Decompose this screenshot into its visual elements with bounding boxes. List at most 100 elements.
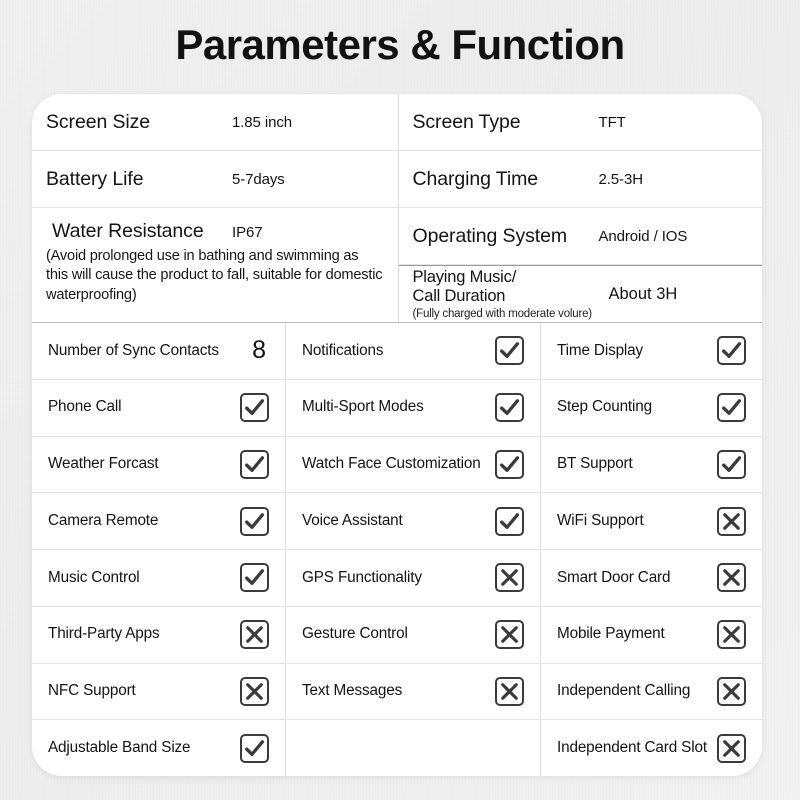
feature-cell-wifi-support: WiFi Support <box>541 493 762 549</box>
checkbox-crossed-icon <box>240 676 269 706</box>
spec-row-screen-type: Screen Type TFT <box>398 94 762 151</box>
feature-row: Phone Call Multi-Sport Modes Step Counting <box>32 378 762 436</box>
spec-label: Screen Type <box>412 110 521 133</box>
feature-cell-empty <box>286 720 541 776</box>
feature-cell-independent-calling: Independent Calling <box>541 664 762 720</box>
feature-label: Gesture Control <box>302 625 408 643</box>
checkbox-checked-icon <box>240 449 269 479</box>
checkbox-checked-icon <box>240 733 269 763</box>
spec-value: IP67 <box>232 224 263 241</box>
feature-cell-nfc-support: NFC Support <box>32 663 286 720</box>
checkbox-checked-icon <box>240 563 269 593</box>
checkbox-crossed-icon <box>495 620 524 650</box>
feature-cell-multi-sport-modes: Multi-Sport Modes <box>286 379 541 436</box>
feature-row: Weather Forcast Watch Face Customization B… <box>32 435 762 493</box>
feature-label: BT Support <box>557 455 633 473</box>
checkbox-checked-icon <box>717 449 746 479</box>
spec-label: Water Resistance <box>52 220 204 242</box>
water-resistance-note: (Avoid prolonged use in bathing and swim… <box>46 248 383 303</box>
feature-label: NFC Support <box>48 682 136 700</box>
feature-grid: Number of Sync Contacts 8 Notifications Tim… <box>32 322 762 776</box>
feature-label: WiFi Support <box>557 511 644 529</box>
feature-label: Phone Call <box>48 398 122 416</box>
music-value: About 3H <box>608 284 678 303</box>
feature-label: Adjustable Band Size <box>48 738 191 756</box>
spec-row-playing-music: Playing Music/ Call Duration (Fully char… <box>398 265 762 322</box>
checkbox-crossed-icon <box>717 563 746 593</box>
feature-cell-number-of-sync-contacts: Number of Sync Contacts 8 <box>32 323 286 379</box>
checkbox-checked-icon <box>495 506 524 536</box>
checkbox-checked-icon <box>717 336 746 366</box>
feature-cell-bt-support: BT Support <box>541 437 762 493</box>
spec-value-battery: 5-7days <box>232 170 285 188</box>
feature-row: Adjustable Band Size Independent Card Slo… <box>32 719 762 776</box>
feature-cell-mobile-payment: Mobile Payment <box>541 607 762 663</box>
feature-label: Notifications <box>302 341 384 359</box>
checkbox-crossed-icon <box>495 563 524 593</box>
spec-label: Screen Size <box>46 110 151 133</box>
feature-cell-adjustable-band-size: Adjustable Band Size <box>32 720 286 776</box>
page-title: Parameters & Function <box>175 21 625 68</box>
checkbox-crossed-icon <box>240 620 269 650</box>
feature-cell-music-control: Music Control <box>32 550 286 606</box>
feature-label: Time Display <box>557 341 644 359</box>
water-resistance-head: Water Resistance IP67 <box>46 220 384 243</box>
spec-label: Battery Life <box>46 167 144 190</box>
feature-label: Watch Face Customization <box>302 455 481 473</box>
feature-cell-phone-call: Phone Call <box>32 379 286 436</box>
feature-cell-voice-assistant: Voice Assistant <box>286 493 541 549</box>
checkbox-checked-icon <box>495 449 524 479</box>
spec-value: 2.5-3H <box>598 170 644 188</box>
feature-label: Text Messages <box>302 682 403 700</box>
checkbox-crossed-icon <box>717 733 746 763</box>
spec-row-battery-life: Battery Life IP67 5-7days <box>32 151 398 208</box>
feature-label: Weather Forcast <box>48 455 159 473</box>
feature-label: Independent Card Slot <box>557 738 707 756</box>
spec-value: Android / IOS <box>598 227 688 245</box>
feature-cell-time-display: Time Display <box>541 323 762 379</box>
parameters-column-left: Screen Size 1.85 inch Battery Life IP67 … <box>32 94 398 322</box>
feature-label: GPS Functionality <box>302 568 422 586</box>
checkbox-checked-icon <box>240 393 269 423</box>
feature-label: Smart Door Card <box>557 568 671 586</box>
feature-cell-weather-forcast: Weather Forcast <box>32 436 286 493</box>
feature-label: Multi-Sport Modes <box>302 398 424 416</box>
spec-label: Operating System <box>412 224 568 247</box>
feature-label: Mobile Payment <box>557 625 665 643</box>
feature-row: NFC Support Text Messages Independent Call… <box>32 662 762 720</box>
feature-label: Camera Remote <box>48 511 159 529</box>
checkbox-crossed-icon <box>717 506 746 536</box>
spec-row-operating-system: Operating System Android / IOS <box>398 208 762 265</box>
feature-label: Independent Calling <box>557 682 691 700</box>
checkbox-checked-icon <box>240 506 269 536</box>
feature-cell-watch-face-customization: Watch Face Customization <box>286 436 541 493</box>
sync-contacts-count: 8 <box>252 336 266 365</box>
feature-cell-gps-functionality: GPS Functionality <box>286 550 541 606</box>
feature-cell-gesture-control: Gesture Control <box>286 606 541 663</box>
spec-label: Charging Time <box>412 167 539 190</box>
spec-value: TFT <box>598 113 626 131</box>
spec-card: Screen Size 1.85 inch Battery Life IP67 … <box>32 94 762 776</box>
feature-row: Number of Sync Contacts 8 Notifications Tim… <box>32 322 762 379</box>
spec-row-screen-size: Screen Size 1.85 inch <box>32 94 398 151</box>
feature-cell-notifications: Notifications <box>286 323 541 379</box>
music-label-line1: Playing Music/ <box>412 267 517 286</box>
feature-row: Third-Party Apps Gesture Control Mobile Pa… <box>32 605 762 663</box>
checkbox-crossed-icon <box>717 676 746 706</box>
checkbox-checked-icon <box>495 336 524 366</box>
music-label-line2: Call Duration <box>412 287 506 305</box>
checkbox-checked-icon <box>717 393 746 423</box>
feature-row: Music Control GPS Functionality Smart Door… <box>32 549 762 606</box>
feature-cell-text-messages: Text Messages <box>286 663 541 720</box>
product-spec-page: Parameters & Function Screen Size 1.85 i… <box>0 0 800 800</box>
checkbox-crossed-icon <box>717 620 746 650</box>
spec-row-water-resistance: Water Resistance IP67 (Avoid prolonged u… <box>32 208 398 322</box>
spec-value: 1.85 inch <box>232 113 292 131</box>
feature-cell-camera-remote: Camera Remote <box>32 493 286 549</box>
music-note: (Fully charged with moderate volure) <box>412 308 593 321</box>
feature-cell-smart-door-card: Smart Door Card <box>541 550 762 606</box>
parameters-section: Screen Size 1.85 inch Battery Life IP67 … <box>32 94 762 322</box>
feature-label: Voice Assistant <box>302 511 403 529</box>
parameters-column-right: Screen Type TFT Charging Time 2.5-3H Ope… <box>397 94 762 322</box>
feature-label: Number of Sync Contacts <box>48 341 219 359</box>
